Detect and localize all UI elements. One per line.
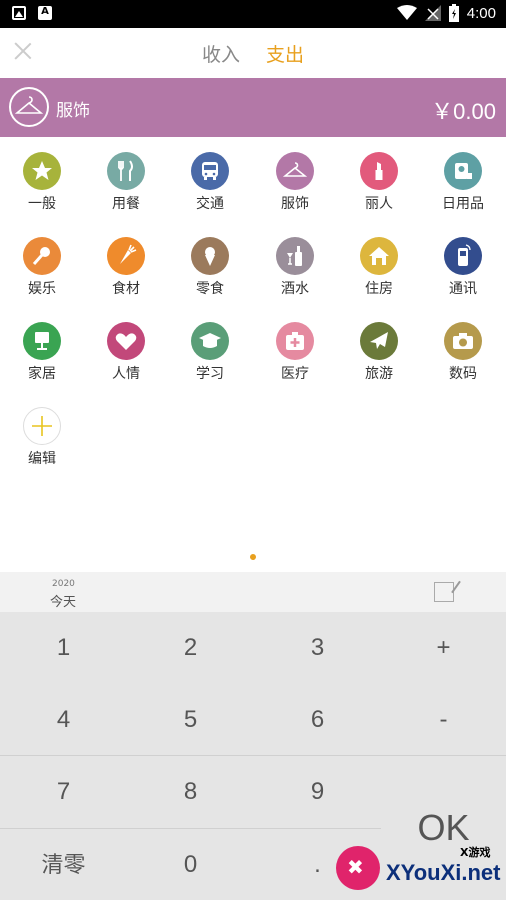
phone-icon <box>444 237 482 275</box>
gallery-notification-icon <box>12 6 26 20</box>
date-bar: 2020 今天 <box>0 572 506 612</box>
watermark-text: XYouXi.net <box>386 860 501 885</box>
key-plus[interactable]: + <box>381 612 506 684</box>
selected-category-name: 服饰 <box>56 101 90 121</box>
wifi-icon <box>396 5 417 20</box>
key-0[interactable]: 0 <box>127 829 254 900</box>
category-dining[interactable]: 用餐 <box>84 145 168 213</box>
microphone-icon <box>23 237 61 275</box>
header: 收入 支出 <box>0 28 506 78</box>
category-snacks[interactable]: 零食 <box>168 230 252 298</box>
category-entertainment[interactable]: 娱乐 <box>0 230 84 298</box>
category-clothing[interactable]: 服饰 <box>253 145 337 213</box>
category-label: 丽人 <box>365 196 393 212</box>
category-telecom[interactable]: 通讯 <box>421 230 505 298</box>
graduation-cap-icon <box>191 322 229 360</box>
heart-icon <box>107 322 145 360</box>
key-6[interactable]: 6 <box>254 684 381 756</box>
category-label: 一般 <box>28 196 56 212</box>
category-daily-goods[interactable]: 日用品 <box>421 145 505 213</box>
toilet-paper-icon <box>444 152 482 190</box>
edit-categories-button[interactable]: 编辑 <box>0 400 84 468</box>
category-label: 零食 <box>196 281 224 297</box>
lipstick-icon <box>360 152 398 190</box>
key-clear[interactable]: 清零 <box>0 829 127 900</box>
category-label: 旅游 <box>365 366 393 382</box>
date-year[interactable]: 2020 <box>52 579 75 589</box>
bottle-icon <box>276 237 314 275</box>
date-selector[interactable]: 今天 <box>50 591 76 610</box>
category-label: 用餐 <box>112 196 140 212</box>
key-minus[interactable]: - <box>381 684 506 756</box>
watermark-small-text: X游戏 <box>460 846 491 859</box>
category-travel[interactable]: 旅游 <box>337 315 421 383</box>
tab-expense[interactable]: 支出 <box>266 40 304 67</box>
category-label: 食材 <box>112 281 140 297</box>
category-label: 酒水 <box>281 281 309 297</box>
key-8[interactable]: 8 <box>127 756 254 828</box>
category-label: 医疗 <box>281 366 309 382</box>
category-medical[interactable]: 医疗 <box>253 315 337 383</box>
category-drinks[interactable]: 酒水 <box>253 230 337 298</box>
medical-kit-icon <box>276 322 314 360</box>
key-1[interactable]: 1 <box>0 612 127 684</box>
key-7[interactable]: 7 <box>0 756 127 828</box>
selected-category-bar: 服饰 ￥0.00 <box>0 78 506 137</box>
key-3[interactable]: 3 <box>254 612 381 684</box>
app-notification-icon: A <box>38 6 52 20</box>
type-tabs: 收入 支出 <box>0 40 506 67</box>
category-label: 通讯 <box>449 281 477 297</box>
category-housing[interactable]: 住房 <box>337 230 421 298</box>
category-label: 交通 <box>196 196 224 212</box>
category-label: 数码 <box>449 366 477 382</box>
status-bar: A 4:00 <box>0 0 506 28</box>
watermark: X游戏 XYouXi.net <box>334 840 504 896</box>
house-icon <box>360 237 398 275</box>
edit-label: 编辑 <box>28 451 56 467</box>
category-study[interactable]: 学习 <box>168 315 252 383</box>
lamp-icon <box>23 322 61 360</box>
hanger-icon <box>9 87 49 127</box>
category-digital[interactable]: 数码 <box>421 315 505 383</box>
amount-display[interactable]: ￥0.00 <box>431 94 496 126</box>
category-label: 家居 <box>28 366 56 382</box>
bus-icon <box>191 152 229 190</box>
category-beauty[interactable]: 丽人 <box>337 145 421 213</box>
note-edit-icon[interactable] <box>434 582 454 602</box>
plus-icon <box>23 407 61 445</box>
category-groceries[interactable]: 食材 <box>84 230 168 298</box>
airplane-icon <box>360 322 398 360</box>
category-general[interactable]: 一般 <box>0 145 84 213</box>
category-label: 服饰 <box>281 196 309 212</box>
category-label: 学习 <box>196 366 224 382</box>
key-5[interactable]: 5 <box>127 684 254 756</box>
carrot-icon <box>107 237 145 275</box>
category-label: 住房 <box>365 281 393 297</box>
category-label: 娱乐 <box>28 281 56 297</box>
key-2[interactable]: 2 <box>127 612 254 684</box>
page-indicator <box>250 554 256 560</box>
key-4[interactable]: 4 <box>0 684 127 756</box>
star-icon <box>23 152 61 190</box>
hanger-icon <box>276 152 314 190</box>
category-home[interactable]: 家居 <box>0 315 84 383</box>
battery-icon <box>448 4 459 22</box>
tab-income[interactable]: 收入 <box>202 40 240 67</box>
ice-cream-icon <box>191 237 229 275</box>
category-gifts[interactable]: 人情 <box>84 315 168 383</box>
category-transport[interactable]: 交通 <box>168 145 252 213</box>
status-time: 4:00 <box>466 4 496 22</box>
key-9[interactable]: 9 <box>254 756 381 828</box>
utensils-icon <box>107 152 145 190</box>
watermark-logo-icon <box>336 846 380 890</box>
category-label: 日用品 <box>442 196 484 212</box>
camera-icon <box>444 322 482 360</box>
signal-icon <box>424 5 441 21</box>
category-label: 人情 <box>112 366 140 382</box>
